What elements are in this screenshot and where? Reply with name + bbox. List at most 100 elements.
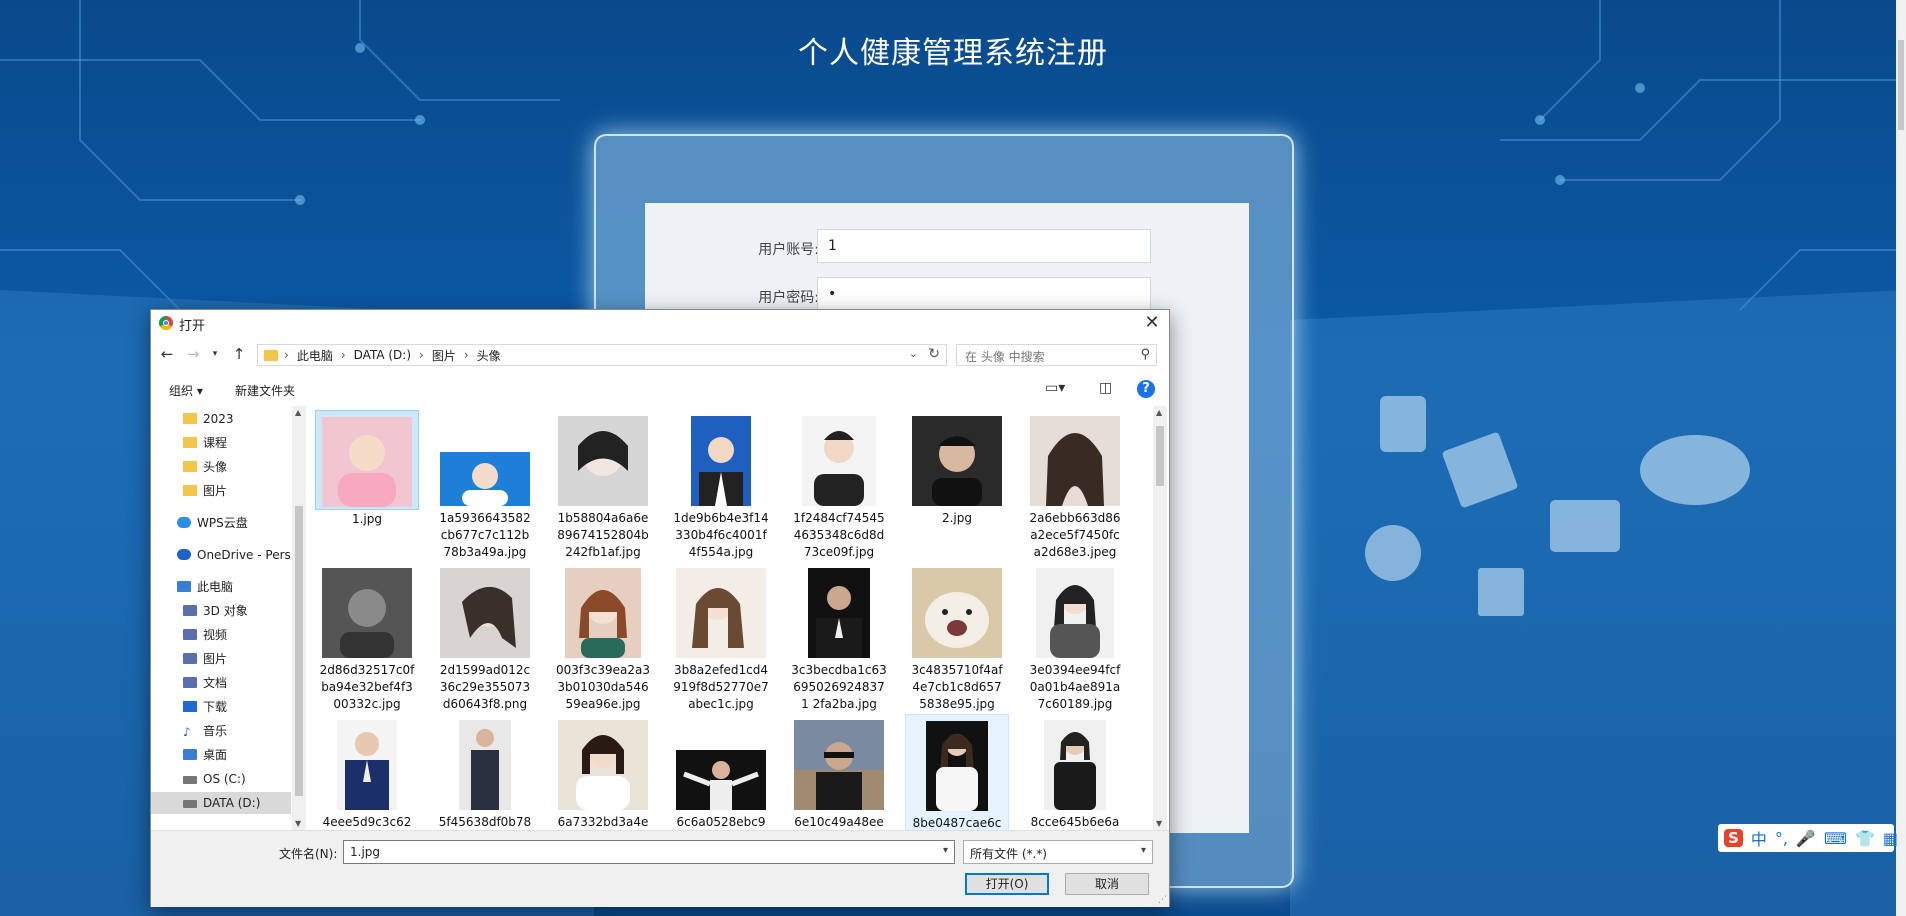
scroll-down-icon[interactable]: ▼ — [1156, 819, 1162, 828]
breadcrumb-data-drive[interactable]: DATA (D:) — [354, 348, 411, 362]
chevron-right-icon: › — [463, 348, 469, 362]
address-bar[interactable]: › 此电脑 › DATA (D:) › 图片 › 头像 ⌄ ↻ — [257, 344, 947, 366]
file-grid-scrollbar[interactable]: ▲ ▼ — [1153, 406, 1167, 830]
file-tile[interactable]: 003f3c39ea2a33b01030da54659ea96e.jpg — [551, 562, 655, 712]
file-tile[interactable]: 2a6ebb663d86a2ece5f7450fca2d68e3.jpeg — [1023, 410, 1127, 560]
page-scrollbar[interactable] — [1896, 0, 1906, 916]
file-tile[interactable]: 4eee5d9c3c620 — [315, 714, 419, 830]
dialog-titlebar[interactable]: 打开 ✕ — [151, 310, 1169, 336]
open-button[interactable]: 打开(O) — [965, 873, 1049, 895]
pictures-icon — [183, 653, 197, 664]
nav-item-os-c[interactable]: OS (C:) — [151, 768, 291, 790]
chevron-down-icon[interactable]: ▾ — [943, 845, 948, 856]
nav-item-documents[interactable]: 文档 — [151, 672, 291, 694]
file-name: 2.jpg — [941, 511, 973, 525]
nav-item-3d-objects[interactable]: 3D 对象 — [151, 600, 291, 622]
page-scrollbar-thumb[interactable] — [1898, 40, 1904, 130]
file-tile[interactable]: 1b58804a6a6e89674152804b242fb1af.jpg — [551, 410, 655, 560]
file-tile[interactable]: 8be0487cae6c — [905, 714, 1009, 830]
help-icon[interactable]: ? — [1137, 380, 1155, 398]
organize-button[interactable]: 组织 ▾ — [169, 382, 203, 399]
keyboard-icon[interactable]: ⌨ — [1824, 829, 1847, 848]
grid-icon[interactable]: ▦ — [1883, 829, 1898, 848]
nav-item-videos[interactable]: 视频 — [151, 624, 291, 646]
new-folder-button[interactable]: 新建文件夹 — [235, 382, 295, 399]
ime-toolbar[interactable]: S 中 °, 🎤 ⌨ 👕 ▦ — [1718, 824, 1898, 852]
cancel-button[interactable]: 取消 — [1065, 873, 1149, 895]
recent-dropdown-icon[interactable]: ▾ — [205, 344, 225, 364]
file-tile[interactable]: 1de9b6b4e3f14330b4f6c4001f4f554a.jpg — [669, 410, 773, 560]
file-name: 1a5936643582cb677c7c112b78b3a49a.jpg — [439, 511, 531, 559]
file-scrollbar-thumb[interactable] — [1156, 426, 1164, 486]
up-arrow-icon[interactable]: ↑ — [229, 344, 249, 364]
nav-item-downloads[interactable]: 下载 — [151, 696, 291, 718]
nav-item-wps-cloud[interactable]: WPS云盘 — [151, 512, 291, 534]
nav-item-this-pc[interactable]: 此电脑 — [151, 576, 291, 598]
password-input[interactable]: • — [817, 277, 1151, 311]
account-input[interactable]: 1 — [817, 229, 1151, 263]
scroll-up-icon[interactable]: ▲ — [295, 408, 301, 417]
chevron-down-icon[interactable]: ⌄ — [909, 347, 918, 360]
filename-input[interactable]: 1.jpg ▾ — [343, 840, 955, 864]
breadcrumb-pictures[interactable]: 图片 — [432, 347, 456, 364]
file-tile[interactable]: 2d1599ad012c36c29e355073d60643f8.png — [433, 562, 537, 712]
nav-scrollbar-thumb[interactable] — [295, 506, 303, 796]
ime-punct[interactable]: °, — [1775, 829, 1788, 848]
file-tile[interactable]: 5f45638df0b78f — [433, 714, 537, 830]
search-input[interactable]: 在 头像 中搜索 ⚲ — [956, 344, 1157, 366]
nav-item-onedrive[interactable]: OneDrive - Perso — [151, 544, 291, 566]
nav-item-data-d[interactable]: DATA (D:) — [151, 792, 291, 814]
nav-pane-scrollbar[interactable]: ▲ ▼ — [292, 406, 306, 830]
file-tile[interactable]: 3c3becdba1c636950269248371 2fa2ba.jpg — [787, 562, 891, 712]
breadcrumb-this-pc[interactable]: 此电脑 — [297, 347, 333, 364]
file-tile[interactable]: 3e0394ee94fcf0a01b4ae891a7c60189.jpg — [1023, 562, 1127, 712]
view-options-icon[interactable]: ▭▾ — [1045, 380, 1065, 396]
file-name: 1.jpg — [351, 512, 383, 526]
search-icon[interactable]: ⚲ — [1140, 347, 1150, 362]
file-tile[interactable]: 3b8a2efed1cd4919f8d52770e7abec1c.jpg — [669, 562, 773, 712]
chevron-right-icon: › — [419, 348, 424, 362]
file-tile[interactable]: 1f2484cf745454635348c6d8d73ce09f.jpg — [787, 410, 891, 560]
microphone-icon[interactable]: 🎤 — [1796, 829, 1816, 848]
file-tile[interactable]: 8cce645b6e6a4 — [1023, 714, 1127, 830]
filetype-select[interactable]: 所有文件 (*.*) ▾ — [963, 840, 1153, 864]
file-name: 4eee5d9c3c620 — [322, 815, 412, 829]
file-tile[interactable]: 6c6a0528ebc9d — [669, 714, 773, 830]
nav-item-label: 3D 对象 — [203, 604, 248, 618]
chevron-right-icon: › — [340, 348, 346, 362]
scroll-down-icon[interactable]: ▼ — [295, 819, 301, 828]
scroll-up-icon[interactable]: ▲ — [1156, 408, 1162, 417]
file-tile[interactable]: 1a5936643582cb677c7c112b78b3a49a.jpg — [433, 410, 537, 560]
chevron-down-icon[interactable]: ▾ — [1141, 845, 1146, 856]
refresh-icon[interactable]: ↻ — [928, 346, 940, 362]
image-thumbnail — [322, 568, 412, 658]
resize-grip-icon[interactable]: ⋰ — [1158, 895, 1167, 905]
file-tile[interactable]: 6a7332bd3a4e — [551, 714, 655, 830]
file-tile[interactable]: 6e10c49a48ee8 — [787, 714, 891, 830]
sogou-icon[interactable]: S — [1724, 829, 1743, 847]
ime-mode[interactable]: 中 — [1751, 826, 1767, 850]
file-tile[interactable]: 3c4835710f4af4e7cb1c8d6575838e95.jpg — [905, 562, 1009, 712]
back-arrow-icon[interactable]: ← — [157, 344, 177, 364]
nav-item-pictures-folder[interactable]: 图片 — [151, 480, 291, 502]
preview-pane-icon[interactable]: ◫ — [1099, 380, 1112, 396]
nav-item-label: 下载 — [203, 700, 228, 714]
close-button[interactable]: ✕ — [1141, 312, 1163, 334]
nav-item-avatars[interactable]: 头像 — [151, 456, 291, 478]
onedrive-icon — [177, 549, 191, 560]
file-tile[interactable]: 2d86d32517c0fba94e32bef4f300332c.jpg — [315, 562, 419, 712]
skin-icon[interactable]: 👕 — [1855, 829, 1875, 848]
breadcrumb-avatars[interactable]: 头像 — [477, 347, 501, 364]
desktop-icon — [183, 749, 197, 760]
file-tile[interactable]: 1.jpg — [315, 410, 419, 526]
nav-item-music[interactable]: ♪ 音乐 — [151, 720, 291, 742]
nav-item-2023[interactable]: 2023 — [151, 408, 291, 430]
nav-item-courses[interactable]: 课程 — [151, 432, 291, 454]
forward-arrow-icon[interactable]: → — [183, 344, 203, 364]
file-tile[interactable]: 2.jpg — [905, 410, 1009, 560]
image-thumbnail — [1030, 416, 1120, 506]
nav-item-desktop[interactable]: 桌面 — [151, 744, 291, 766]
file-name: 3c4835710f4af4e7cb1c8d6575838e95.jpg — [911, 663, 1003, 711]
file-name: 1f2484cf745454635348c6d8d73ce09f.jpg — [793, 511, 885, 559]
nav-item-pictures[interactable]: 图片 — [151, 648, 291, 670]
